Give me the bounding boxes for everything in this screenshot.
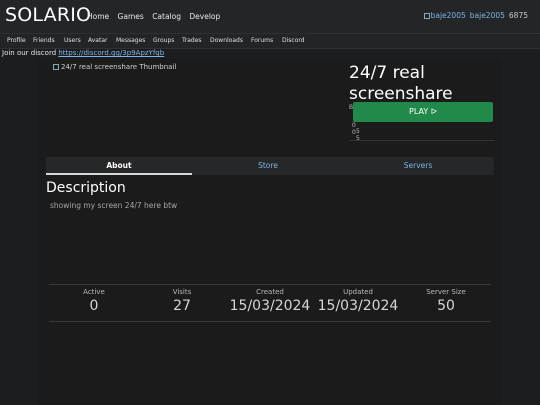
top-navbar: SOLARIO Home Games Catalog Develop baje2… [0,0,540,34]
subnav-groups[interactable]: Groups [153,37,174,44]
play-button[interactable]: PLAY ᐅ [353,102,493,122]
tab-store[interactable]: Store [195,157,341,175]
game-tabs: About Store Servers [46,157,494,175]
subnav-messages[interactable]: Messages [116,37,145,44]
discord-banner-text: Join our discord [2,49,57,57]
stat-value: 0 [89,298,99,314]
stat-value: 27 [173,298,191,314]
subnav-trades[interactable]: Trades [182,37,202,44]
stat-value: 50 [437,298,455,314]
broken-image-icon [423,12,430,19]
subnav-avatar[interactable]: Avatar [88,37,107,44]
game-thumbnail: 24/7 real screenshare Thumbnail [53,63,176,71]
description-heading: Description [46,180,126,196]
currency-balance: 6875 [508,11,528,20]
sub-navbar: Profile Friends Users Avatar Messages Gr… [0,34,540,49]
subnav-profile[interactable]: Profile [7,37,26,44]
avatar-alt-text: baje2005 [430,11,466,20]
divider [349,140,495,141]
stat-value: 15/03/2024 [317,298,399,314]
stat-value: 15/03/2024 [229,298,311,314]
stat-label: Server Size [426,288,466,296]
stat-server-size: Server Size 50 [402,288,490,314]
divider [49,321,491,322]
divider [49,284,491,285]
nav-games[interactable]: Games [118,12,144,21]
nav-catalog[interactable]: Catalog [152,12,181,21]
subnav-users[interactable]: Users [64,37,81,44]
stat-active: Active 0 [50,288,138,314]
discord-invite-link[interactable]: https://discord.gg/3p9ApzYfqb [58,49,164,57]
stat-label: Active [83,288,105,296]
username-link[interactable]: baje2005 [470,11,505,20]
stat-created: Created 15/03/2024 [226,288,314,314]
nav-develop[interactable]: Develop [189,12,220,21]
brand-logo[interactable]: SOLARIO [5,4,91,26]
thumbnail-alt-text: 24/7 real screenshare Thumbnail [61,63,177,71]
discord-banner: Join our discord https://discord.gg/3p9A… [2,49,164,57]
description-text: showing my screen 24/7 here btw [50,201,178,210]
tab-servers[interactable]: Servers [345,157,491,175]
game-title: 24/7 real screenshare [349,63,453,104]
broken-image-icon [53,64,59,70]
user-menu: baje2005 baje2005 6875 [423,11,528,20]
subnav-forums[interactable]: Forums [251,37,273,44]
stat-label: Visits [172,288,192,296]
stat-visits: Visits 27 [138,288,226,314]
tab-about[interactable]: About [46,157,192,175]
main-nav: Home Games Catalog Develop [87,12,226,21]
subnav-downloads[interactable]: Downloads [210,37,243,44]
meta-b-value-2: 5 [356,135,360,142]
stat-updated: Updated 15/03/2024 [314,288,402,314]
nav-home[interactable]: Home [87,12,109,21]
subnav-friends[interactable]: Friends [33,37,55,44]
subnav-discord[interactable]: Discord [282,37,305,44]
stat-label: Updated [343,288,373,296]
stat-label: Created [256,288,284,296]
avatar[interactable]: baje2005 [423,11,466,20]
